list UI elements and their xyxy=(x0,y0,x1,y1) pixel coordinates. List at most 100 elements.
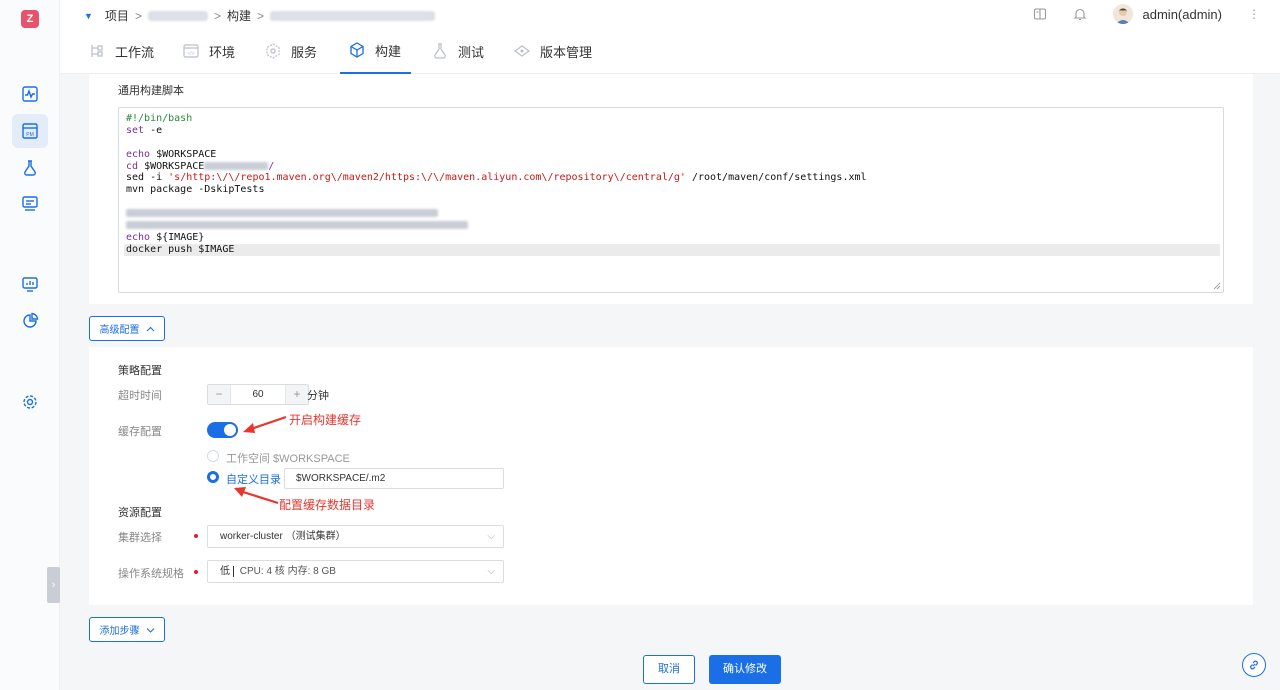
breadcrumb-project[interactable]: 项目 xyxy=(105,7,129,24)
code-token: /root/maven/conf/settings.xml xyxy=(685,172,867,184)
pulse-chart-icon xyxy=(22,86,38,102)
code-token: $WORKSPACE xyxy=(138,160,205,172)
avatar xyxy=(1112,4,1133,24)
increment-button[interactable]: + xyxy=(286,385,308,404)
redacted-path xyxy=(204,161,269,170)
os-spec-label: 操作系统规格 xyxy=(118,568,184,580)
script-editor[interactable]: #!/bin/bash set -e echo $WORKSPACE cd $W… xyxy=(118,107,1224,293)
breadcrumb-separator: > xyxy=(213,8,221,23)
tab-label: 环境 xyxy=(209,44,236,60)
advanced-config-button[interactable]: 高级配置 xyxy=(89,316,165,341)
code-token: / xyxy=(268,160,275,172)
annotation-arrow-icon xyxy=(234,487,279,505)
document-icon[interactable] xyxy=(1033,7,1047,21)
tab-service[interactable]: 服务 xyxy=(264,28,317,74)
sidebar-item-monitor[interactable] xyxy=(12,77,48,111)
script-label: 通用构建脚本 xyxy=(118,85,184,97)
radio-custom-dir[interactable] xyxy=(207,471,219,483)
flask-icon xyxy=(24,160,36,176)
test-flask-icon xyxy=(434,43,446,59)
app-logo-icon[interactable]: Z xyxy=(21,10,39,28)
link-button[interactable] xyxy=(1242,653,1266,677)
tab-version[interactable]: 版本管理 xyxy=(513,28,592,74)
more-vertical-icon[interactable]: ⋮ xyxy=(1248,7,1260,21)
build-script-card: 通用构建脚本 #!/bin/bash set -e echo $WORKSPAC… xyxy=(89,74,1253,304)
version-icon xyxy=(513,45,531,57)
resize-handle-icon[interactable] xyxy=(1213,282,1221,290)
bell-icon[interactable] xyxy=(1073,7,1087,21)
sidebar-item-delivery[interactable] xyxy=(12,186,48,220)
environment-icon: </> xyxy=(183,44,199,58)
radio-workspace[interactable] xyxy=(207,450,219,462)
pie-chart-icon xyxy=(23,312,39,328)
tab-bar: 工作流 </> 环境 服务 构建 测试 版本管理 xyxy=(60,28,1280,74)
sidebar-item-dashboard[interactable] xyxy=(12,267,48,301)
svg-text:PM: PM xyxy=(26,132,34,138)
code-token: cd xyxy=(126,160,139,172)
sidebar-item-settings[interactable] xyxy=(12,385,48,419)
top-bar: ▼ 项目 > > 构建 > admin(admin) ⋮ xyxy=(60,0,1280,28)
breadcrumb-separator: > xyxy=(256,8,264,23)
tab-build[interactable]: 构建 xyxy=(340,28,411,74)
gear-icon xyxy=(23,395,37,409)
chevron-down-icon: ⌵ xyxy=(487,566,495,577)
custom-dir-input[interactable]: $WORKSPACE/.m2 xyxy=(284,468,504,489)
cancel-button[interactable]: 取消 xyxy=(643,655,695,684)
build-icon xyxy=(350,42,364,58)
toggle-knob xyxy=(224,424,236,436)
required-dot xyxy=(194,570,198,574)
chevron-down-icon xyxy=(146,627,154,633)
sidebar: Z PM › xyxy=(0,0,60,690)
annotation-cache-dir: 配置缓存数据目录 xyxy=(279,498,376,512)
code-line: #!/bin/bash xyxy=(126,113,193,124)
sidebar-item-test[interactable] xyxy=(12,151,48,185)
caret-down-icon[interactable]: ▼ xyxy=(84,11,93,21)
cache-toggle[interactable] xyxy=(207,422,238,438)
delivery-icon xyxy=(22,196,38,211)
tab-label: 测试 xyxy=(458,44,485,60)
sidebar-item-statistics[interactable] xyxy=(12,304,48,338)
tab-label: 服务 xyxy=(291,44,318,60)
tab-label: 工作流 xyxy=(115,44,155,60)
tab-label: 构建 xyxy=(375,43,402,59)
code-token: -e xyxy=(144,124,163,136)
breadcrumb-project-name-redacted[interactable] xyxy=(147,10,208,21)
code-line-current: docker push $IMAGE xyxy=(124,243,1220,256)
workflow-icon xyxy=(91,45,103,57)
cluster-select-value: worker-cluster （测试集群） xyxy=(220,531,346,542)
sidebar-item-projects[interactable]: PM xyxy=(12,114,48,148)
redacted-code-line xyxy=(126,221,468,230)
cluster-label: 集群选择 xyxy=(118,532,162,544)
add-step-button[interactable]: 添加步骤 xyxy=(89,617,165,642)
confirm-button[interactable]: 确认修改 xyxy=(709,655,781,684)
redacted-code-line xyxy=(126,209,438,218)
code-token: 's/http:\/\/repo1.maven.org\/maven2/http… xyxy=(168,172,686,184)
link-icon xyxy=(1250,660,1258,670)
chevron-down-icon: ⌵ xyxy=(487,531,495,542)
os-spec-detail: CPU: 4 核 内存: 8 GB xyxy=(239,566,336,577)
code-token: echo xyxy=(126,148,151,160)
svg-text:</>: </> xyxy=(187,51,194,57)
timeout-value[interactable]: 60 xyxy=(230,385,286,404)
advanced-config-card: 策略配置 超时时间 − 60 + 分钟 缓存配置 工作空间 $WORKSPACE… xyxy=(89,347,1253,605)
radio-workspace-label[interactable]: 工作空间 $WORKSPACE xyxy=(226,450,350,466)
code-token: ${IMAGE} xyxy=(150,231,205,243)
timeout-stepper[interactable]: − 60 + xyxy=(207,384,309,405)
tab-label: 版本管理 xyxy=(540,44,593,60)
tab-environment[interactable]: </> 环境 xyxy=(182,28,235,74)
breadcrumb: ▼ 项目 > > 构建 > xyxy=(84,7,435,24)
tab-test[interactable]: 测试 xyxy=(431,28,484,74)
cache-label: 缓存配置 xyxy=(118,426,162,438)
user-menu[interactable]: admin(admin) xyxy=(1112,4,1222,24)
breadcrumb-build[interactable]: 构建 xyxy=(227,7,251,24)
decrement-button[interactable]: − xyxy=(208,385,230,404)
service-icon xyxy=(266,43,280,59)
breadcrumb-separator: > xyxy=(134,8,142,23)
tab-workflow[interactable]: 工作流 xyxy=(88,28,154,74)
os-spec-level: 低 xyxy=(220,566,234,577)
sidebar-expand-handle[interactable]: › xyxy=(47,567,60,603)
cluster-select[interactable]: worker-cluster （测试集群） ⌵ xyxy=(207,525,504,548)
monitor-icon xyxy=(22,277,38,292)
breadcrumb-build-name-redacted xyxy=(270,10,435,21)
os-spec-select[interactable]: 低 CPU: 4 核 内存: 8 GB ⌵ xyxy=(207,560,504,583)
